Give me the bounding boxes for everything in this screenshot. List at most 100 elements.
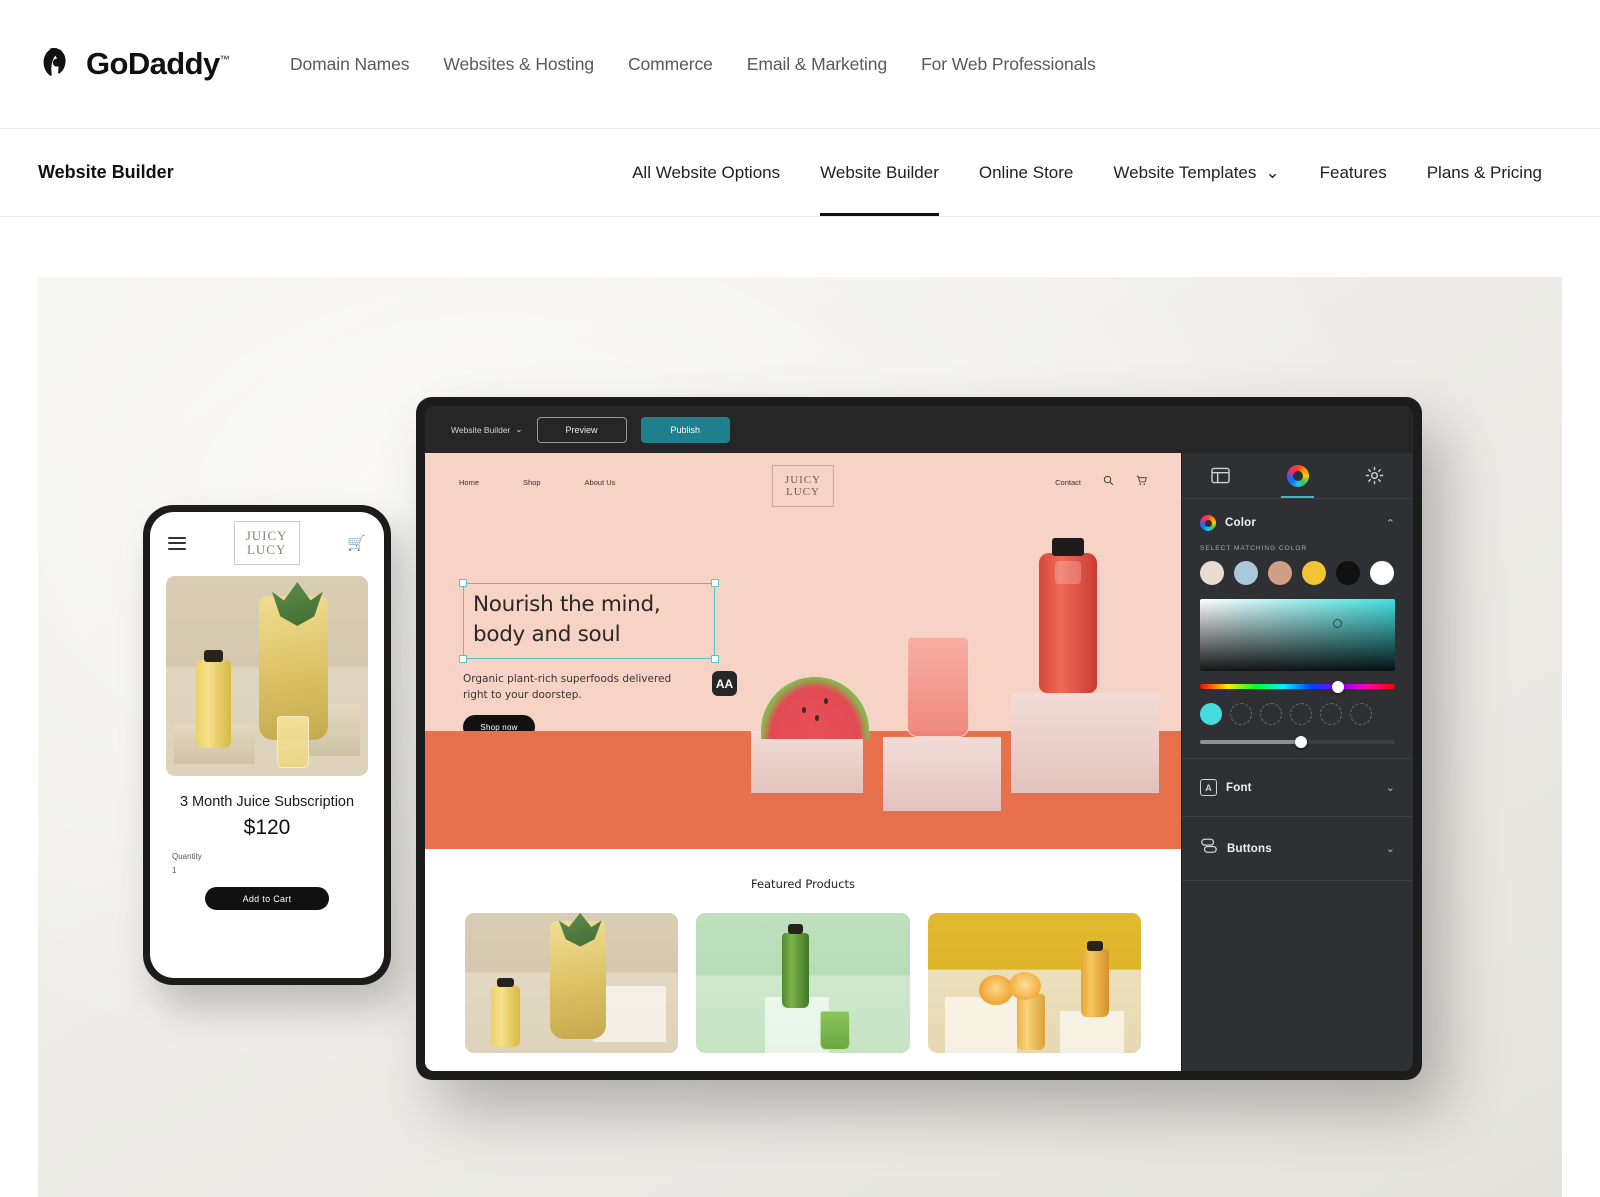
chevron-up-icon[interactable]: ⌃: [1386, 517, 1395, 530]
subnav-item-website-templates[interactable]: Website Templates ⌄: [1093, 129, 1299, 216]
saved-color-slot[interactable]: [1350, 703, 1372, 725]
resize-handle-bottom-right[interactable]: [711, 655, 719, 663]
subnav-item-all-website-options[interactable]: All Website Options: [612, 129, 800, 216]
site-hero-section: Home Shop About Us JUICY LUCY Contact No…: [425, 453, 1181, 849]
site-nav-item-shop[interactable]: Shop: [523, 478, 541, 487]
color-wheel-icon: [1200, 515, 1216, 531]
global-header: GoDaddy™ Domain Names Websites & Hosting…: [0, 0, 1600, 129]
color-swatch[interactable]: [1268, 561, 1292, 585]
builder-toolbar: Website Builder ⌄ Preview Publish: [425, 406, 1413, 453]
text-format-badge[interactable]: AA: [712, 671, 737, 696]
hero-text-group: Nourish the mind, body and soul Organic …: [459, 579, 737, 739]
phone-quantity-value[interactable]: 1: [172, 866, 384, 875]
search-icon[interactable]: [1103, 473, 1114, 491]
phone-mockup: JUICY LUCY 🛒 3 Month Juice Subscription …: [143, 505, 391, 985]
site-nav-item-contact[interactable]: Contact: [1055, 478, 1081, 487]
chevron-down-icon: ⌄: [1265, 162, 1280, 182]
juice-glass-graphic: [907, 637, 969, 737]
color-swatch[interactable]: [1234, 561, 1258, 585]
add-to-cart-button[interactable]: Add to Cart: [205, 887, 329, 910]
hero-product-scene: JUICY LUCY 🛒 3 Month Juice Subscription …: [38, 277, 1562, 1197]
hue-slider[interactable]: [1200, 680, 1395, 693]
juice-bottle-graphic: [1039, 537, 1097, 693]
preview-button[interactable]: Preview: [536, 416, 627, 443]
opacity-slider-knob[interactable]: [1295, 736, 1308, 748]
product-card[interactable]: [465, 913, 679, 1053]
hue-slider-knob[interactable]: [1332, 680, 1345, 693]
builder-canvas[interactable]: Home Shop About Us JUICY LUCY Contact No…: [425, 453, 1181, 1071]
shopping-cart-icon[interactable]: 🛒: [347, 534, 366, 552]
opacity-slider[interactable]: [1200, 736, 1395, 748]
chevron-down-icon: ⌄: [515, 424, 523, 434]
chevron-down-icon[interactable]: ⌄: [1386, 781, 1395, 794]
godaddy-logo-icon: [38, 45, 76, 83]
color-section: Color ⌃ SELECT MATCHING COLOR: [1182, 499, 1413, 759]
color-swatch[interactable]: [1200, 561, 1224, 585]
tab-pages[interactable]: [1182, 453, 1259, 498]
sv-picker-cursor[interactable]: [1332, 619, 1342, 629]
resize-handle-bottom-left[interactable]: [459, 655, 467, 663]
hero-headline: Nourish the mind, body and soul: [473, 592, 661, 647]
product-card[interactable]: [927, 913, 1141, 1053]
saved-color-slots: [1200, 703, 1395, 725]
subnav-item-features[interactable]: Features: [1300, 129, 1407, 216]
tablet-screen: Website Builder ⌄ Preview Publish Home S…: [425, 406, 1413, 1071]
shopping-cart-icon[interactable]: [1136, 473, 1147, 491]
color-swatch[interactable]: [1370, 561, 1394, 585]
phone-product-price: $120: [243, 816, 291, 839]
featured-products-heading: Featured Products: [750, 877, 856, 891]
builder-app-selector[interactable]: Website Builder ⌄: [451, 424, 523, 435]
site-logo: JUICY LUCY: [771, 465, 835, 507]
topnav-item-domain-names[interactable]: Domain Names: [273, 54, 426, 75]
subnav-links: All Website Options Website Builder Onli…: [612, 129, 1562, 216]
font-section-title: Font: [1226, 781, 1252, 794]
builder-right-panel: Color ⌃ SELECT MATCHING COLOR A Font ⌄ B…: [1181, 453, 1413, 1071]
subnav-item-online-store[interactable]: Online Store: [959, 129, 1094, 216]
phone-screen: JUICY LUCY 🛒 3 Month Juice Subscription …: [150, 512, 384, 978]
phone-site-logo: JUICY LUCY: [233, 521, 300, 565]
subnav-item-website-builder[interactable]: Website Builder: [800, 129, 959, 216]
hero-product-photo: [743, 519, 1173, 849]
color-section-title: Color: [1225, 517, 1257, 529]
saved-color-slot[interactable]: [1290, 703, 1312, 725]
publish-button[interactable]: Publish: [640, 416, 731, 443]
subnav-product-title: Website Builder: [38, 162, 174, 182]
font-section[interactable]: A Font ⌄: [1182, 759, 1413, 817]
topnav-item-for-web-professionals[interactable]: For Web Professionals: [904, 54, 1113, 75]
hamburger-menu-icon[interactable]: [168, 533, 186, 553]
tab-settings[interactable]: [1336, 453, 1413, 498]
saved-color-slot[interactable]: [1320, 703, 1342, 725]
site-nav-item-about-us[interactable]: About Us: [585, 478, 616, 487]
saturation-value-picker[interactable]: [1200, 599, 1395, 671]
site-nav-item-home[interactable]: Home: [459, 478, 479, 487]
tablet-mockup: Website Builder ⌄ Preview Publish Home S…: [416, 397, 1422, 1080]
site-nav-links: Home Shop About Us: [459, 478, 615, 487]
tab-color[interactable]: [1259, 453, 1336, 498]
topnav-item-commerce[interactable]: Commerce: [611, 54, 730, 75]
topnav-item-email-marketing[interactable]: Email & Marketing: [730, 54, 904, 75]
site-nav-right: Contact: [1055, 473, 1147, 491]
buttons-section-header: Buttons ⌄: [1200, 837, 1395, 860]
saved-color-slot[interactable]: [1260, 703, 1282, 725]
subnav-item-plans-pricing[interactable]: Plans & Pricing: [1407, 129, 1562, 216]
godaddy-wordmark: GoDaddy™: [86, 46, 230, 81]
hero-headline-selected[interactable]: Nourish the mind, body and soul: [459, 579, 719, 663]
color-swatch[interactable]: [1336, 561, 1360, 585]
color-section-header[interactable]: Color ⌃: [1200, 515, 1395, 531]
color-swatch[interactable]: [1302, 561, 1326, 585]
saved-color-slot[interactable]: [1200, 703, 1222, 725]
saved-color-slot[interactable]: [1230, 703, 1252, 725]
hero-subtitle: Organic plant-rich superfoods delivered …: [463, 673, 672, 701]
buttons-section[interactable]: Buttons ⌄: [1182, 817, 1413, 881]
resize-handle-top-right[interactable]: [711, 579, 719, 587]
godaddy-logo[interactable]: GoDaddy™: [38, 45, 230, 83]
chevron-down-icon[interactable]: ⌄: [1386, 842, 1395, 855]
primary-navigation: Domain Names Websites & Hosting Commerce…: [273, 54, 1113, 75]
builder-body: Home Shop About Us JUICY LUCY Contact No…: [425, 453, 1413, 1071]
topnav-item-websites-hosting[interactable]: Websites & Hosting: [426, 54, 611, 75]
site-navigation: Home Shop About Us JUICY LUCY Contact: [425, 453, 1181, 511]
color-wheel-icon: [1286, 464, 1309, 487]
resize-handle-top-left[interactable]: [459, 579, 467, 587]
product-card[interactable]: [696, 913, 910, 1053]
matching-color-swatches: [1200, 561, 1395, 585]
